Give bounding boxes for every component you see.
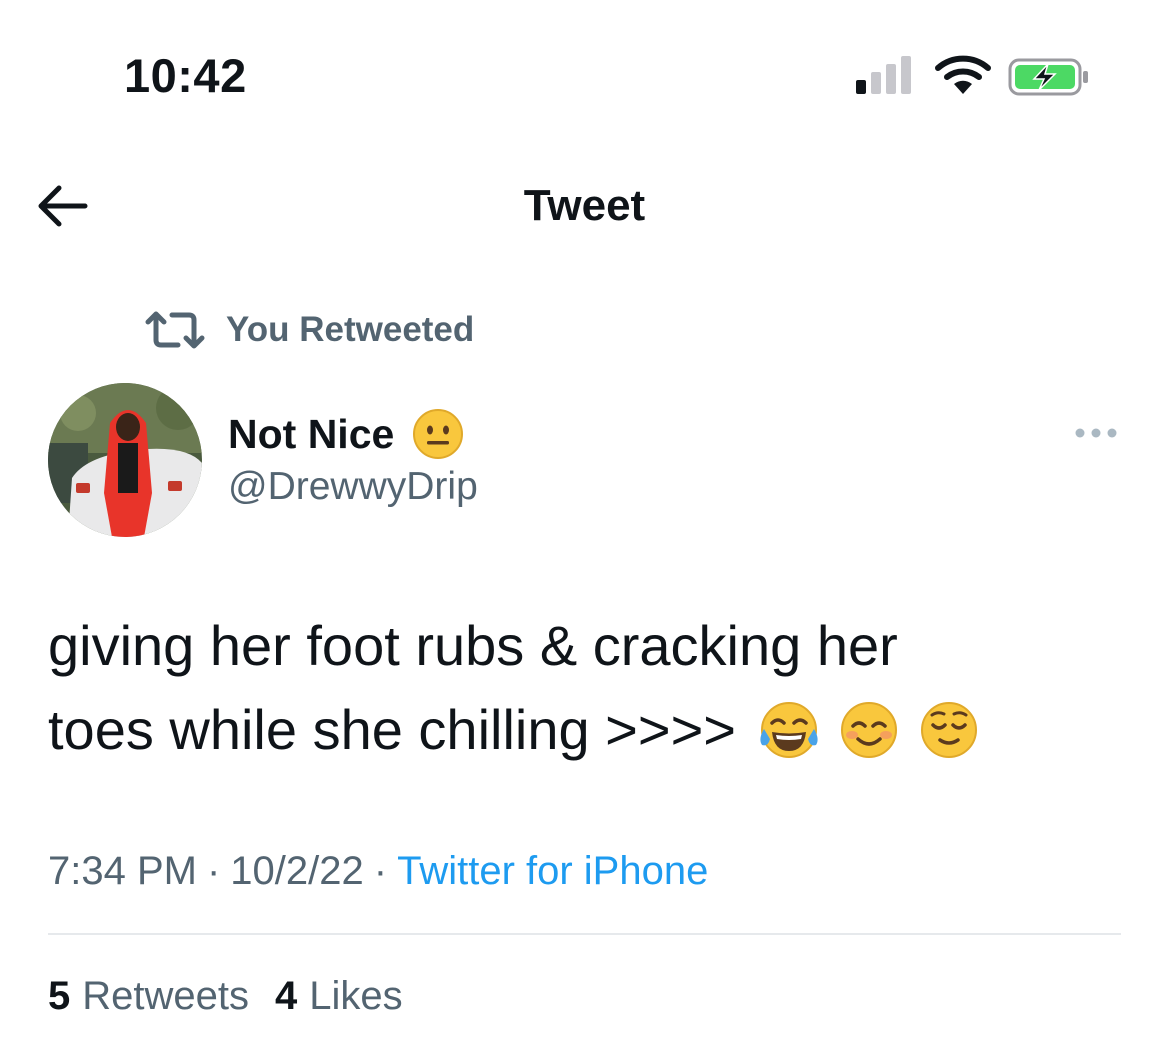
author-name-text: Not Nice	[228, 411, 395, 457]
tweet-meta: 7:34 PM · 10/2/22 · Twitter for iPhone	[48, 845, 708, 897]
page-title: Tweet	[523, 181, 646, 230]
avatar[interactable]	[48, 383, 202, 537]
retweet-context-label: You Retweeted	[226, 310, 475, 349]
tweet-source-link[interactable]: Twitter for iPhone	[397, 849, 708, 893]
retweet-context[interactable]: You Retweeted	[144, 308, 474, 352]
retweet-icon	[144, 308, 206, 352]
retweets-label: Retweets	[82, 974, 249, 1018]
retweets-count: 5	[48, 974, 71, 1018]
divider	[48, 933, 1121, 935]
retweets-stat[interactable]: 5 Retweets	[48, 970, 249, 1022]
author-display-name[interactable]: Not Nice	[228, 408, 464, 460]
wifi-icon	[935, 55, 991, 94]
tweet-text-line-2-text: toes while she chilling >>>>	[48, 698, 736, 761]
likes-label: Likes	[309, 974, 403, 1018]
meta-separator: ·	[206, 849, 221, 893]
tweet-stats: 5 Retweets 4 Likes	[48, 970, 403, 1022]
likes-count: 4	[275, 974, 298, 1018]
more-horizontal-icon	[1075, 428, 1117, 438]
tweet-text-line-1: giving her foot rubs & cracking her	[48, 614, 898, 677]
status-time: 10:42	[124, 49, 247, 102]
tweet-emojis	[758, 699, 980, 761]
tweet-text-line-2: toes while she chilling >>>>	[48, 688, 1128, 772]
more-options-button[interactable]	[1066, 418, 1126, 448]
meta-separator: ·	[373, 849, 388, 893]
battery-charging-icon	[1008, 58, 1088, 96]
author-handle[interactable]: @DrewwyDrip	[228, 462, 478, 512]
status-icons	[852, 52, 1102, 98]
tweet-detail-screen: 10:42 Tweet You Retweeted Not Nice @Drew…	[0, 0, 1169, 1046]
tears-of-joy-emoji	[760, 702, 818, 758]
relieved-face-emoji	[921, 702, 977, 758]
tweet-time[interactable]: 7:34 PM	[48, 849, 197, 893]
smiling-face-emoji	[841, 702, 897, 758]
cellular-signal-icon	[856, 56, 911, 94]
neutral-face-emoji	[413, 409, 464, 459]
likes-stat[interactable]: 4 Likes	[275, 970, 403, 1022]
tweet-text: giving her foot rubs & cracking her toes…	[48, 604, 1128, 772]
tweet-date[interactable]: 10/2/22	[230, 849, 363, 893]
